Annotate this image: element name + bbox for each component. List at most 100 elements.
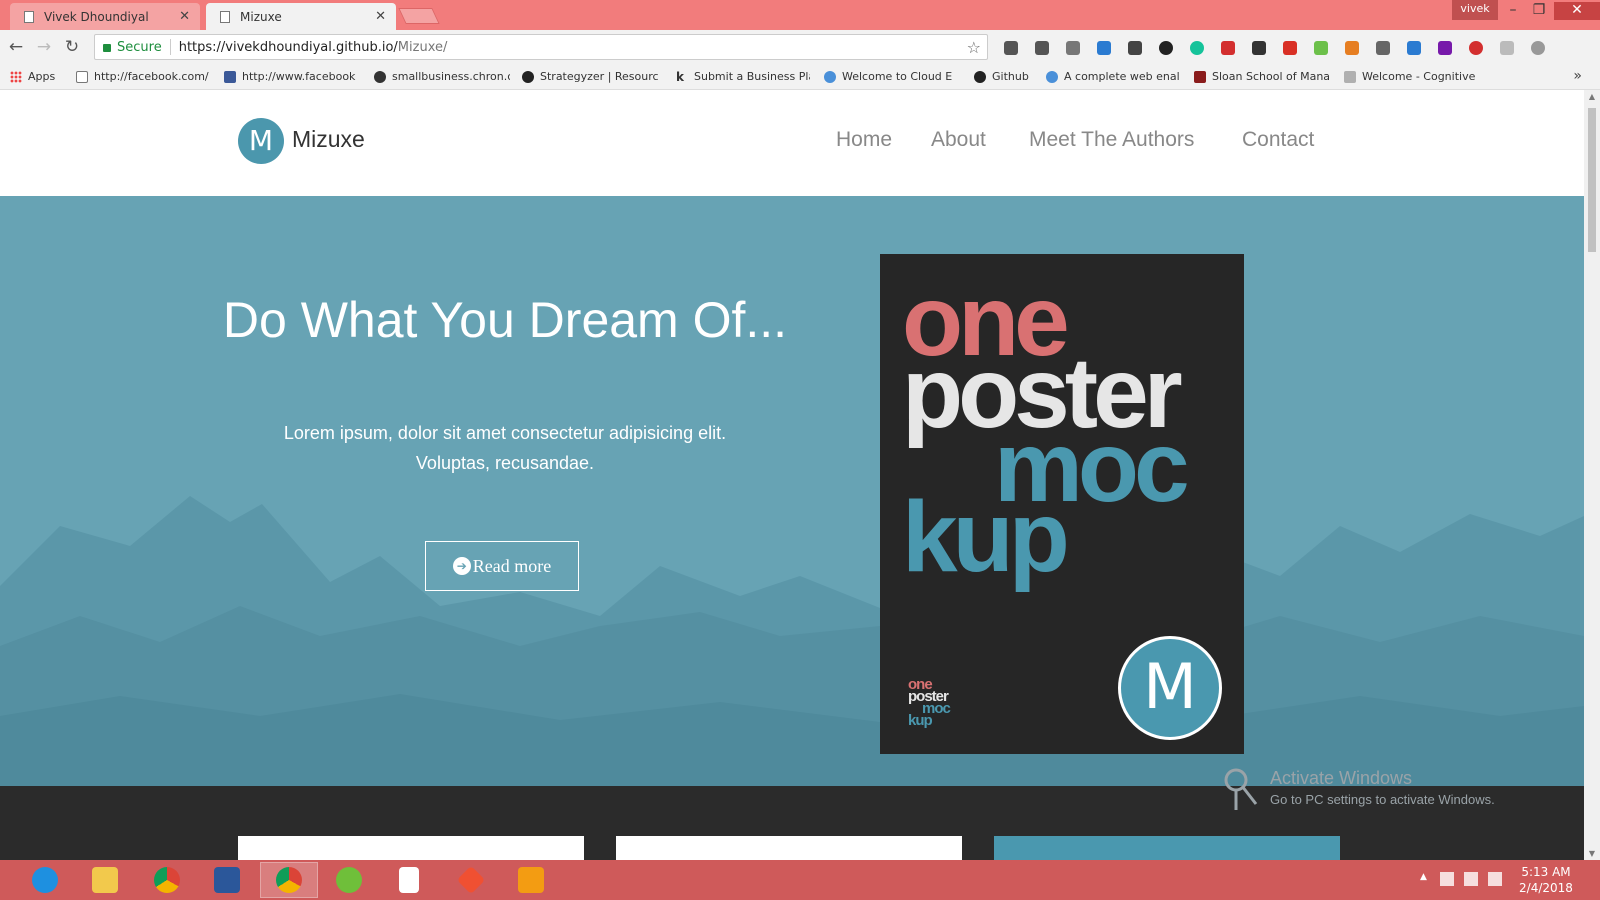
- divider: [169, 39, 171, 55]
- globe-icon[interactable]: [1376, 41, 1390, 55]
- mail-icon[interactable]: [1345, 41, 1359, 55]
- screen-icon[interactable]: [1066, 41, 1080, 55]
- github-icon[interactable]: [1159, 41, 1173, 55]
- tab-mizuxe[interactable]: Mizuxe ✕: [206, 3, 396, 30]
- key-icon: [1224, 768, 1258, 810]
- close-window-button[interactable]: ✕: [1554, 2, 1600, 20]
- read-more-label: Read more: [472, 555, 552, 576]
- scroll-up-icon[interactable]: ▲: [1584, 92, 1600, 101]
- camera-icon[interactable]: [1500, 41, 1514, 55]
- chrome-active-icon[interactable]: [260, 862, 318, 898]
- profile-user-badge[interactable]: vivek: [1452, 0, 1498, 20]
- globe-icon: [824, 70, 836, 83]
- reload-button[interactable]: ↻: [62, 38, 82, 58]
- grammarly-icon[interactable]: [1190, 41, 1204, 55]
- bookmark-item[interactable]: Welcome - Cognitive: [1344, 70, 1486, 83]
- page-icon: [76, 70, 88, 83]
- bookmark-star-icon[interactable]: ☆: [967, 38, 981, 57]
- flag-icon[interactable]: [1440, 872, 1454, 886]
- github-icon: [974, 70, 986, 83]
- poster-logo: M: [1118, 636, 1222, 740]
- nav-contact[interactable]: Contact: [1242, 128, 1314, 152]
- chrome-icon[interactable]: [138, 862, 196, 898]
- box-icon[interactable]: [1097, 41, 1111, 55]
- bookmark-item[interactable]: http://facebook.com/: [76, 70, 210, 83]
- bookmark-label: Welcome to Cloud E: [842, 70, 953, 83]
- utorrent-icon[interactable]: [320, 862, 378, 898]
- adblock-icon[interactable]: [1469, 41, 1483, 55]
- git-icon[interactable]: [442, 862, 500, 898]
- forward-button[interactable]: →: [34, 38, 54, 58]
- bookmark-label: smallbusiness.chron.c: [392, 70, 510, 83]
- bookmark-label: A complete web enal: [1064, 70, 1180, 83]
- web-page: M Mizuxe Home About Meet The Authors Con…: [0, 90, 1584, 860]
- poster-small-word: kup: [908, 712, 933, 729]
- bookmark-item[interactable]: Github: [974, 70, 1040, 83]
- hero-section: Do What You Dream Of... Lorem ipsum, dol…: [0, 196, 1584, 786]
- cognitive-icon: [1344, 70, 1356, 83]
- bookmark-label: Github: [992, 70, 1029, 83]
- circle-icon[interactable]: [1531, 41, 1545, 55]
- secure-label: Secure: [117, 39, 162, 55]
- system-clock[interactable]: 5:13 AM 2/4/2018: [1514, 864, 1578, 896]
- bookmark-label: Apps: [28, 70, 56, 83]
- tab-close-icon[interactable]: ✕: [179, 9, 190, 24]
- read-more-button[interactable]: ➔ Read more: [425, 541, 579, 591]
- feature-card: [616, 836, 962, 860]
- globe-icon: [1046, 70, 1058, 83]
- bookmark-item[interactable]: Strategyzer | Resourc: [522, 70, 662, 83]
- bookmark-apps[interactable]: Apps: [10, 70, 70, 83]
- tray-expand-icon[interactable]: ▲: [1420, 872, 1427, 882]
- person-icon[interactable]: [1407, 41, 1421, 55]
- code-icon[interactable]: [1035, 41, 1049, 55]
- feature-card: [238, 836, 584, 860]
- notepad-icon[interactable]: [380, 862, 438, 898]
- back-button[interactable]: ←: [6, 38, 26, 58]
- windows-taskbar: ▲ 5:13 AM 2/4/2018: [0, 860, 1600, 900]
- bookmark-label: http://www.facebook: [242, 70, 356, 83]
- pdf-icon[interactable]: [1221, 41, 1235, 55]
- brand-name[interactable]: Mizuxe: [292, 126, 365, 153]
- poster-mockup: one poster moc kup one poster moc kup M: [880, 254, 1244, 754]
- volume-icon[interactable]: [1488, 872, 1502, 886]
- brand-logo[interactable]: M: [238, 118, 284, 164]
- nav-about[interactable]: About: [931, 128, 986, 152]
- eyedropper-icon[interactable]: [1004, 41, 1018, 55]
- address-bar[interactable]: Secure https://vivekdhoundiyal.github.io…: [94, 34, 988, 60]
- bookmark-item[interactable]: A complete web enal: [1046, 70, 1182, 83]
- bookmark-label: http://facebook.com/: [94, 70, 209, 83]
- file-explorer-icon[interactable]: [76, 862, 134, 898]
- watermark-subtitle: Go to PC settings to activate Windows.: [1270, 792, 1495, 807]
- nav-meet-the-authors[interactable]: Meet The Authors: [1029, 128, 1194, 152]
- word-icon[interactable]: [198, 862, 256, 898]
- tab-close-icon[interactable]: ✕: [375, 9, 386, 24]
- bookmark-item[interactable]: smallbusiness.chron.c: [374, 70, 510, 83]
- lock-icon: [103, 44, 111, 52]
- bookmark-item[interactable]: Sloan School of Mana: [1194, 70, 1332, 83]
- scroll-down-icon[interactable]: ▼: [1584, 849, 1600, 858]
- page-scrollbar[interactable]: ▲ ▼: [1584, 90, 1600, 860]
- new-tab-button[interactable]: [398, 8, 440, 24]
- evernote-icon[interactable]: [1252, 41, 1266, 55]
- bookmark-item[interactable]: k Submit a Business Pla: [676, 70, 810, 83]
- todoist-icon[interactable]: [1283, 41, 1297, 55]
- arrow-right-icon: ➔: [452, 557, 471, 575]
- nav-home[interactable]: Home: [836, 128, 892, 152]
- onenote-icon[interactable]: [1438, 41, 1452, 55]
- feedly-icon[interactable]: [1314, 41, 1328, 55]
- network-icon[interactable]: [1464, 872, 1478, 886]
- media-player-icon[interactable]: [502, 862, 560, 898]
- hero-subtitle: Lorem ipsum, dolor sit amet consectetur …: [283, 423, 727, 473]
- crop-icon[interactable]: [1128, 41, 1142, 55]
- strategyzer-icon: [522, 70, 534, 83]
- tab-title: Vivek Dhoundiyal: [44, 9, 149, 24]
- bookmarks-overflow-button[interactable]: »: [1573, 68, 1582, 84]
- restore-button[interactable]: ❐: [1524, 2, 1554, 20]
- scrollbar-thumb[interactable]: [1588, 108, 1596, 252]
- tab-vivek-dhoundiyal[interactable]: Vivek Dhoundiyal ✕: [10, 3, 200, 30]
- bookmark-item[interactable]: Welcome to Cloud E: [824, 70, 960, 83]
- bookmark-label: Submit a Business Pla: [694, 70, 810, 83]
- internet-explorer-icon[interactable]: [16, 862, 74, 898]
- feature-card: [994, 836, 1340, 860]
- bookmark-item[interactable]: http://www.facebook: [224, 70, 360, 83]
